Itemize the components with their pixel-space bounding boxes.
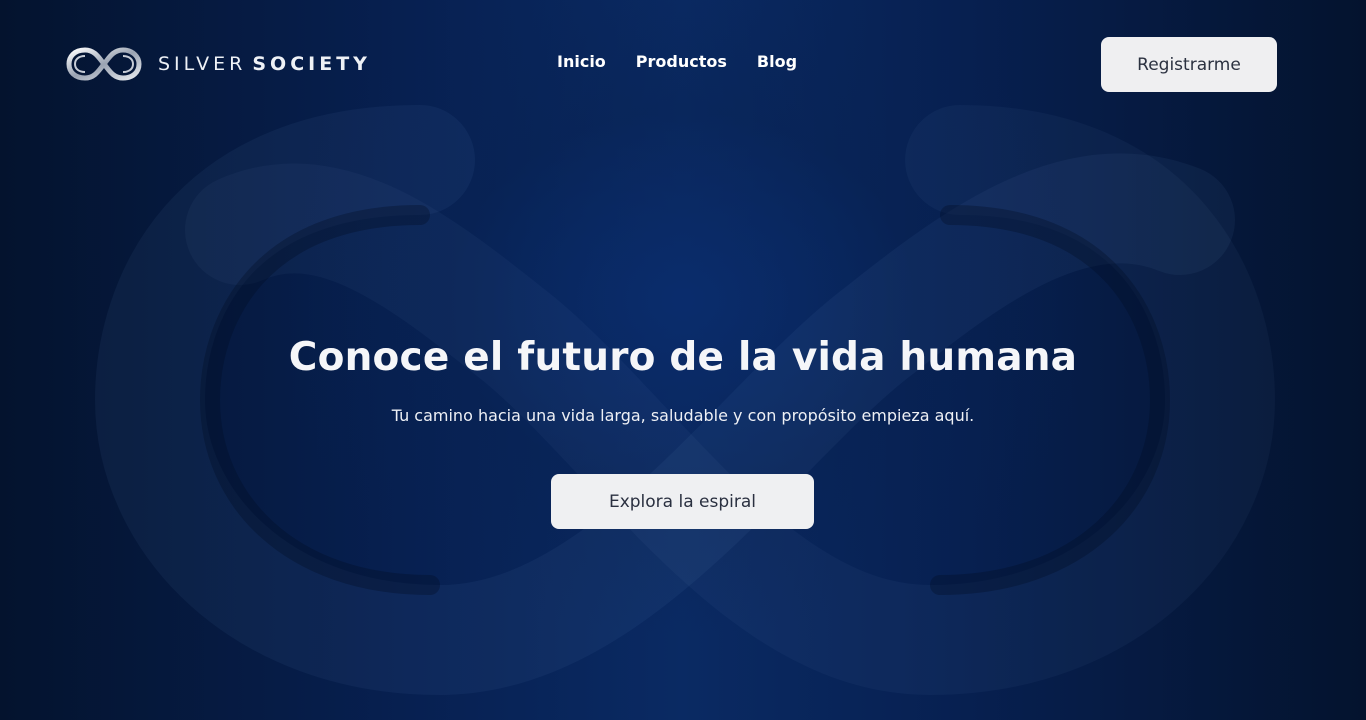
infinity-icon — [66, 47, 142, 81]
register-button[interactable]: Registrarme — [1101, 37, 1277, 92]
explore-spiral-button[interactable]: Explora la espiral — [551, 474, 814, 529]
main-nav: Inicio Productos Blog — [557, 52, 797, 71]
nav-item-blog[interactable]: Blog — [757, 52, 797, 71]
nav-item-productos[interactable]: Productos — [636, 52, 727, 71]
brand-name-light: SILVER — [158, 53, 247, 75]
hero-section: Conoce el futuro de la vida humana Tu ca… — [0, 320, 1366, 425]
nav-item-inicio[interactable]: Inicio — [557, 52, 606, 71]
brand-name: SILVER SOCIETY — [158, 53, 371, 75]
site-header: SILVER SOCIETY Inicio Productos Blog Regi… — [0, 0, 1366, 128]
hero-title: Conoce el futuro de la vida humana — [288, 335, 1078, 380]
hero-subtitle: Tu camino hacia una vida larga, saludabl… — [391, 406, 975, 425]
brand-logo[interactable]: SILVER SOCIETY — [66, 44, 371, 84]
brand-name-bold: SOCIETY — [252, 53, 371, 75]
